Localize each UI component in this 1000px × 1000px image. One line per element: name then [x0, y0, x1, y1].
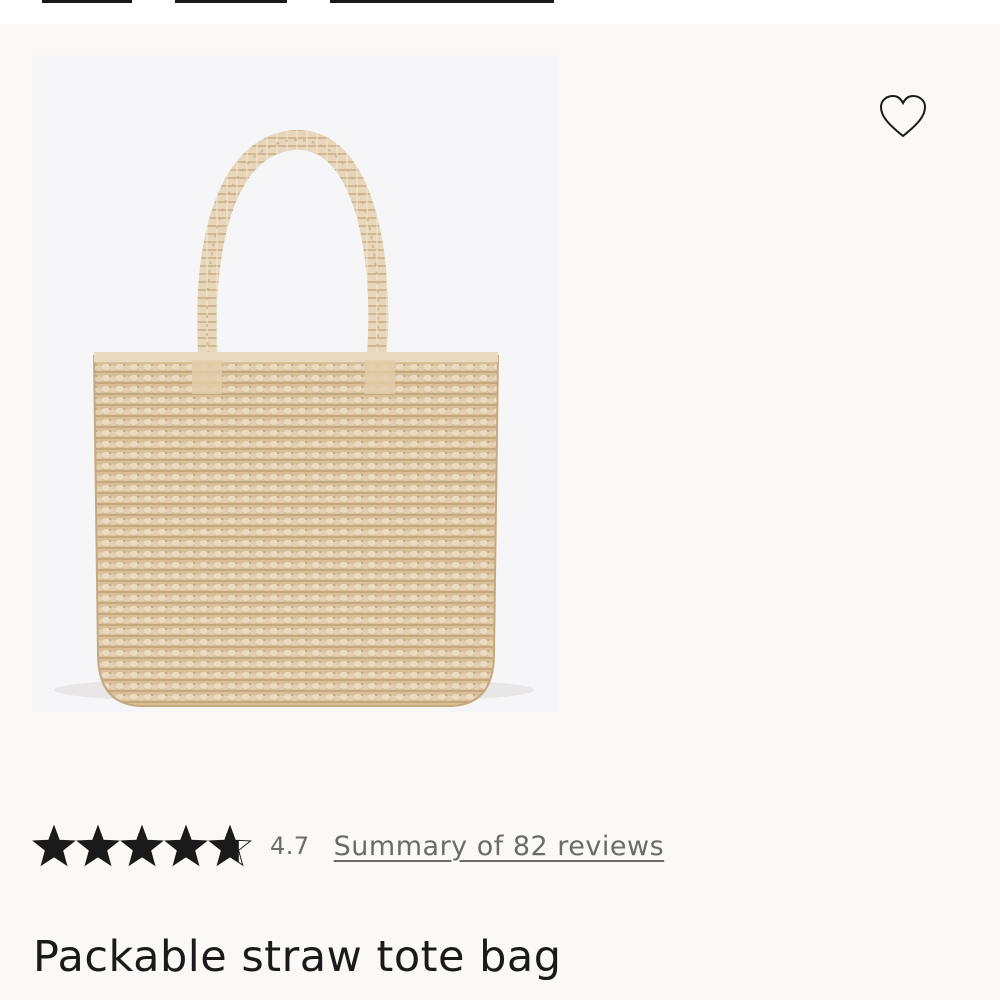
star-rating: [32, 824, 252, 868]
favorite-button[interactable]: [876, 92, 930, 142]
star-icon: [76, 824, 120, 867]
rating-value: 4.7: [270, 832, 310, 860]
product-page: 4.7 Summary of 82 reviews Packable straw…: [0, 24, 1000, 1000]
heart-outline-icon: [879, 94, 927, 138]
rating-row: 4.7 Summary of 82 reviews: [32, 824, 664, 868]
nav-tab-underline-3[interactable]: [330, 0, 554, 3]
star-icon: [32, 824, 76, 867]
star-icon: [120, 824, 164, 867]
star-icon: [208, 824, 252, 867]
reviews-summary-link[interactable]: Summary of 82 reviews: [334, 831, 664, 862]
straw-tote-bag-illustration: [54, 129, 534, 707]
nav-tab-underline-2[interactable]: [175, 0, 287, 3]
product-image[interactable]: [32, 54, 558, 712]
top-navigation-strip: [0, 0, 1000, 24]
star-icon: [164, 824, 208, 867]
product-title: Packable straw tote bag: [33, 932, 562, 982]
nav-tab-underline-1[interactable]: [42, 0, 132, 3]
